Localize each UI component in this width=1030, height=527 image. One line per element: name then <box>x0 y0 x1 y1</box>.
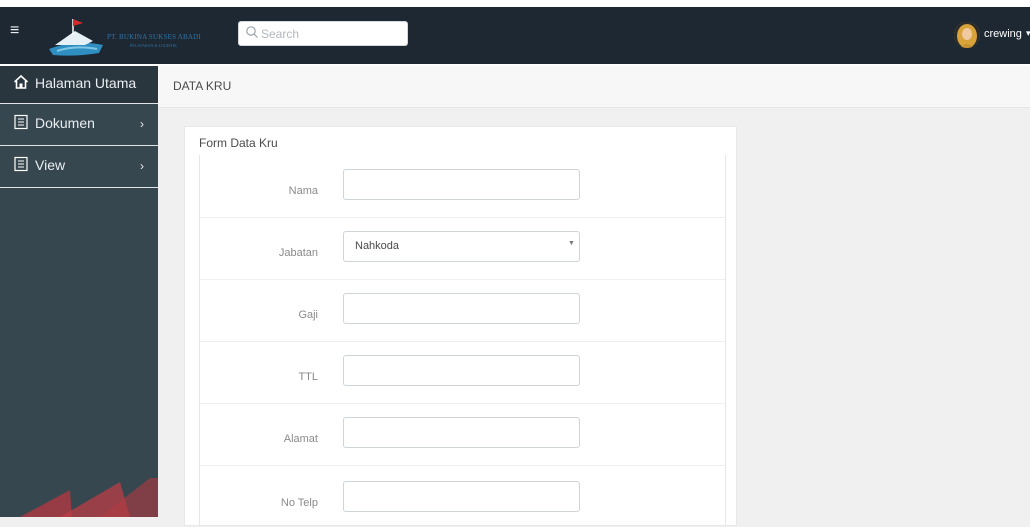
form-title: Form Data Kru <box>199 136 278 150</box>
field-label: Gaji <box>298 309 318 321</box>
form-row-jabatan: Jabatan Nahkoda ▼ <box>200 217 725 280</box>
user-avatar-icon <box>954 22 980 48</box>
avatar[interactable] <box>954 22 980 48</box>
home-icon <box>13 74 29 89</box>
form-panel: Form Data Kru Nama Jabatan Nahkoda ▼ Gaj… <box>184 126 737 526</box>
sidebar-item-halaman-utama[interactable]: Halaman Utama <box>0 66 158 104</box>
jabatan-selected-value: Nahkoda <box>355 240 400 252</box>
field-label: Nama <box>288 185 318 197</box>
no-telp-field[interactable] <box>343 481 580 512</box>
gaji-field[interactable] <box>343 293 580 324</box>
no-telp-input[interactable] <box>352 488 570 505</box>
nama-field[interactable] <box>343 169 580 200</box>
sidebar-item-dokumen[interactable]: Dokumen › <box>0 104 158 146</box>
form-row-alamat: Alamat <box>200 403 725 466</box>
ship-logo-icon <box>49 19 103 56</box>
document-icon <box>14 156 28 172</box>
menu-icon[interactable]: ≡ <box>10 23 24 39</box>
ttl-field[interactable] <box>343 355 580 386</box>
search-box[interactable] <box>238 21 408 46</box>
chevron-down-icon: ▼ <box>568 240 575 247</box>
document-icon <box>14 114 28 130</box>
watermark-logo <box>20 478 158 517</box>
chevron-right-icon: › <box>140 117 144 131</box>
navbar: ≡ PT. BUKINA SUKSES ABADI PELAYARAN & LO… <box>0 7 1030 64</box>
company-logo[interactable]: PT. BUKINA SUKSES ABADI PELAYARAN & LOGI… <box>45 15 225 57</box>
search-icon <box>246 26 258 38</box>
sidebar-item-label: Halaman Utama <box>35 75 137 91</box>
search-input[interactable] <box>261 25 401 42</box>
top-bar: ≡ PT. BUKINA SUKSES ABADI PELAYARAN & LO… <box>0 0 1030 66</box>
nama-input[interactable] <box>352 176 570 193</box>
ttl-input[interactable] <box>352 362 570 379</box>
sidebar: Halaman Utama Dokumen › View › <box>0 66 158 517</box>
form-row-nama: Nama <box>200 155 725 218</box>
sidebar-item-label: View <box>35 157 66 173</box>
page-title: DATA KRU <box>173 79 232 93</box>
form-body: Nama Jabatan Nahkoda ▼ Gaji TTL Alamat N… <box>199 155 726 525</box>
alamat-field[interactable] <box>343 417 580 448</box>
company-subtitle: PELAYARAN & LOGISTIK <box>130 43 177 48</box>
form-row-gaji: Gaji <box>200 279 725 342</box>
chevron-down-icon[interactable]: ▾ <box>1026 28 1030 39</box>
breadcrumb: DATA KRU <box>158 66 1030 108</box>
chevron-right-icon: › <box>140 159 144 173</box>
alamat-input[interactable] <box>352 424 570 441</box>
sidebar-item-view[interactable]: View › <box>0 146 158 188</box>
field-label: No Telp <box>280 497 318 509</box>
form-row-no-telp: No Telp <box>200 465 725 527</box>
sidebar-item-label: Dokumen <box>35 115 95 131</box>
field-label: Alamat <box>283 433 318 445</box>
gaji-input[interactable] <box>352 300 570 317</box>
field-label: Jabatan <box>278 247 318 259</box>
company-name: PT. BUKINA SUKSES ABADI <box>107 33 201 41</box>
field-label: TTL <box>298 371 318 383</box>
jabatan-select[interactable]: Nahkoda ▼ <box>343 231 580 262</box>
form-row-ttl: TTL <box>200 341 725 404</box>
username[interactable]: crewing <box>984 28 1022 40</box>
